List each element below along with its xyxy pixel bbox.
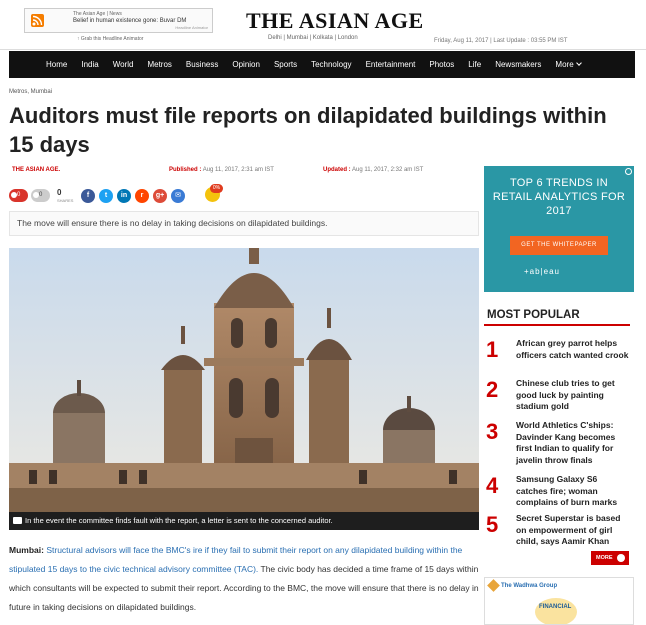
popular-rank: 1 xyxy=(486,337,499,362)
google-plus-share-button[interactable]: g+ xyxy=(153,189,167,203)
popular-rank: 3 xyxy=(486,419,499,444)
ad2-text: FINANCIAL xyxy=(539,604,572,610)
published-date: Published : Aug 11, 2017, 2:31 am IST xyxy=(169,167,274,173)
like-count: 0 xyxy=(17,192,21,198)
nav-item[interactable]: Life xyxy=(468,60,481,69)
author[interactable]: THE ASIAN AGE. xyxy=(12,167,60,173)
twitter-share-button[interactable]: t xyxy=(99,189,113,203)
article-photo xyxy=(9,248,479,512)
date-line: Friday, Aug 11, 2017 | Last Update : 03:… xyxy=(434,38,568,44)
bmc-building-illustration xyxy=(9,248,479,512)
nav-more[interactable]: More xyxy=(555,60,582,69)
grab-animator-link[interactable]: ↑ Grab this Headline Animator xyxy=(77,36,143,42)
dislike-count: 0 xyxy=(39,192,43,198)
nav-item[interactable]: India xyxy=(81,60,98,69)
updated-value: Aug 11, 2017, 2:32 am IST xyxy=(352,167,424,173)
site-logo[interactable]: THE ASIAN AGE xyxy=(246,8,424,34)
camera-icon xyxy=(13,517,22,524)
article-title: Auditors must file reports on dilapidate… xyxy=(9,103,607,157)
published-label: Published : xyxy=(169,167,202,173)
nav-item[interactable]: Photos xyxy=(429,60,454,69)
popular-rank: 5 xyxy=(486,512,499,537)
logo-cities: Delhi | Mumbai | Kolkata | London xyxy=(268,35,358,41)
nav-item[interactable]: World xyxy=(113,60,134,69)
nav-more-label: More xyxy=(555,60,574,69)
ad-title: TOP 6 TRENDS IN RETAIL ANALYTICS FOR 201… xyxy=(492,177,626,217)
linkedin-share-button[interactable]: in xyxy=(117,189,131,203)
popular-headline[interactable]: African grey parrot helps officers catch… xyxy=(516,338,630,361)
nav-item[interactable]: Home xyxy=(46,60,67,69)
updated-date: Updated : Aug 11, 2017, 2:32 am IST xyxy=(323,167,423,173)
ad2-brand: The Wadhwa Group xyxy=(501,583,558,589)
nav-item[interactable]: Metros xyxy=(147,60,171,69)
facebook-share-button[interactable]: f xyxy=(81,189,95,203)
published-value: Aug 11, 2017, 2:31 am IST xyxy=(202,167,274,173)
sidebar-ad[interactable]: TOP 6 TRENDS IN RETAIL ANALYTICS FOR 201… xyxy=(484,166,634,292)
article-summary: The move will ensure there is no delay i… xyxy=(9,211,479,236)
ad-cta-button[interactable]: GET THE WHITEPAPER xyxy=(510,236,608,255)
thumbs-up-icon xyxy=(11,192,17,198)
popular-headline[interactable]: Secret Superstar is based on empowerment… xyxy=(516,513,630,548)
nav-item[interactable]: Entertainment xyxy=(366,60,416,69)
feed-powered: Headline Animator xyxy=(175,25,208,30)
sidebar-ad-2[interactable]: The Wadhwa Group FINANCIAL xyxy=(484,577,634,625)
thumbs-down-icon xyxy=(33,192,39,198)
arrow-right-icon xyxy=(617,554,625,562)
breadcrumb[interactable]: Metros, Mumbai xyxy=(9,89,52,95)
wadhwa-logo-icon xyxy=(487,579,500,592)
nav-item[interactable]: Newsmakers xyxy=(495,60,541,69)
tableau-logo: +ab|eau xyxy=(524,267,560,276)
most-popular-more-button[interactable]: MORE xyxy=(591,551,629,565)
reddit-share-button[interactable]: r xyxy=(135,189,149,203)
article-body: Mumbai: Structural advisors will face th… xyxy=(9,541,479,617)
nav-item[interactable]: Opinion xyxy=(232,60,260,69)
popular-rank: 4 xyxy=(486,473,499,498)
popular-rank: 2 xyxy=(486,377,499,402)
site-header: The Asian Age | News Belief in human exi… xyxy=(0,0,646,50)
reaction-badge: 0% xyxy=(210,184,223,193)
nav-item[interactable]: Business xyxy=(186,60,218,69)
most-popular-divider xyxy=(484,324,630,326)
feed-name: The Asian Age | News xyxy=(73,11,122,17)
rss-icon xyxy=(31,14,44,27)
caption-text: In the event the committee finds fault w… xyxy=(25,516,333,525)
popular-headline[interactable]: Samsung Galaxy S6 catches fire; woman co… xyxy=(516,474,630,509)
shares-count: 0 xyxy=(57,188,62,197)
headline-animator[interactable]: The Asian Age | News Belief in human exi… xyxy=(24,8,213,33)
popular-headline[interactable]: Chinese club tries to get good luck by p… xyxy=(516,378,630,413)
main-nav: Home India World Metros Business Opinion… xyxy=(9,51,635,78)
shares-label: SHARES xyxy=(57,198,74,203)
like-button[interactable]: 0 xyxy=(9,189,28,202)
chevron-down-icon xyxy=(575,60,582,66)
more-label: MORE xyxy=(596,555,613,561)
feed-headline[interactable]: Belief in human existence gone: Buvar DM xyxy=(73,18,186,24)
nav-item[interactable]: Sports xyxy=(274,60,297,69)
body-dateline: Mumbai: xyxy=(9,545,44,555)
updated-label: Updated : xyxy=(323,167,351,173)
photo-caption: In the event the committee finds fault w… xyxy=(9,512,479,530)
most-popular-title: MOST POPULAR xyxy=(487,309,580,321)
popular-headline[interactable]: World Athletics C'ships: Davinder Kang b… xyxy=(516,420,630,466)
ad2-burst xyxy=(535,598,577,624)
nav-item[interactable]: Technology xyxy=(311,60,351,69)
email-share-button[interactable]: ✉ xyxy=(171,189,185,203)
dislike-button[interactable]: 0 xyxy=(31,189,50,202)
ad-info-icon[interactable] xyxy=(625,168,632,175)
